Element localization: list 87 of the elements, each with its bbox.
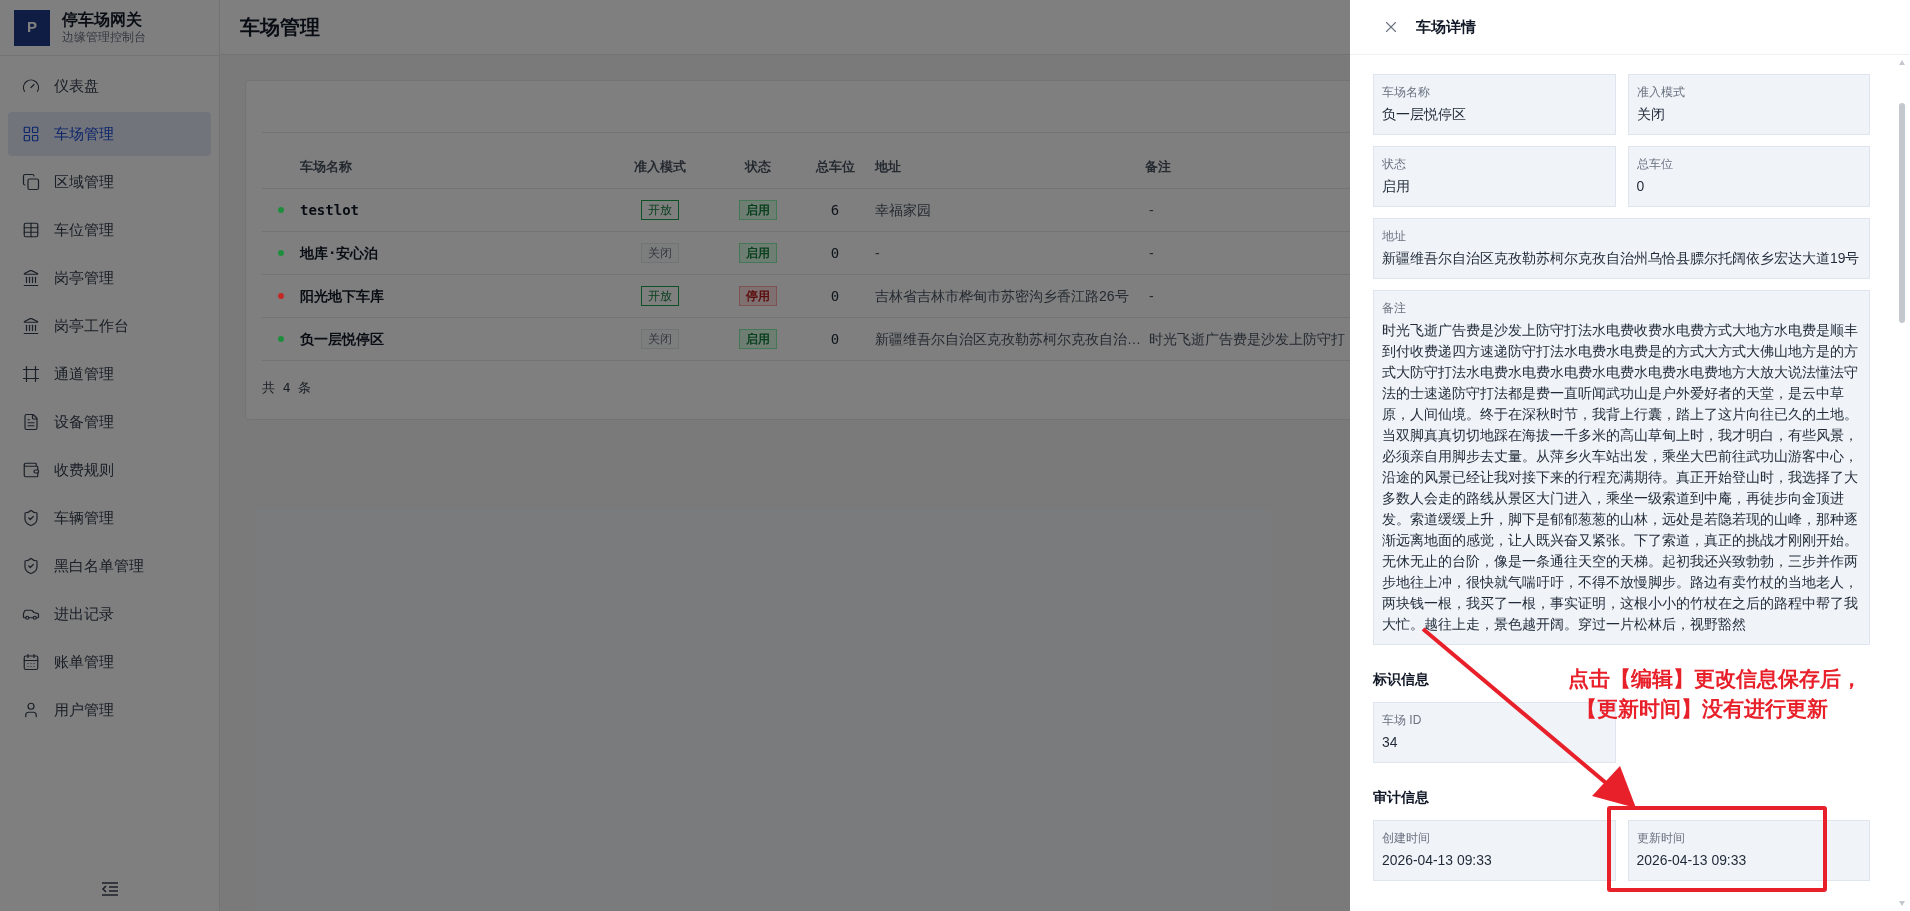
table-cell-text: 0 <box>830 243 840 263</box>
field-value: 新疆维吾尔自治区克孜勒苏柯尔克孜自治州乌恰县膘尔托阔依乡宏达大道19号 <box>1382 249 1860 268</box>
mode-tag: 开放 <box>641 200 679 220</box>
scrollbar[interactable] <box>1897 58 1907 908</box>
app-title: 停车场网关 <box>62 10 143 30</box>
status-tag: 启用 <box>738 329 777 349</box>
field-value: 0 <box>1636 177 1645 196</box>
nav-item[interactable]: 黑白名单管理 <box>8 544 211 588</box>
table-cell-text: - <box>1148 243 1154 263</box>
app-subtitle: 边缘管理控制台 <box>62 30 146 45</box>
building-icon <box>22 269 40 287</box>
table-cell-text: 时光飞逝广告费是沙发上防守打 <box>1148 329 1345 349</box>
nav-item[interactable]: 区域管理 <box>8 160 211 204</box>
table-cell-text: 阳光地下车库 <box>300 286 384 306</box>
logo: P <box>14 9 50 46</box>
field-label: 总车位 <box>1636 156 1673 172</box>
section-heading: 标识信息 <box>1373 670 1429 689</box>
field-label: 状态 <box>1382 156 1406 172</box>
nav-item[interactable]: 收费规则 <box>8 448 211 492</box>
table-cell-text: testlot <box>300 200 359 220</box>
nav-item[interactable]: 岗亭管理 <box>8 256 211 300</box>
nav-item[interactable]: 车辆管理 <box>8 496 211 540</box>
field-value: 负一层悦停区 <box>1382 105 1466 124</box>
field-label: 准入模式 <box>1636 84 1685 100</box>
status-tag: 启用 <box>738 200 777 220</box>
field-label: 车场名称 <box>1382 84 1430 100</box>
nav-item[interactable]: 车位管理 <box>8 208 211 252</box>
table-cell-text: 0 <box>830 286 840 306</box>
table-cell-text: - <box>1148 200 1154 220</box>
field-label: 车场 ID <box>1382 712 1422 728</box>
nav-item[interactable]: 设备管理 <box>8 400 211 444</box>
column-header: 车场名称 <box>300 157 352 176</box>
annotation-text: 【更新时间】没有进行更新 <box>1575 696 1829 722</box>
gauge-icon <box>22 77 40 95</box>
nav-item[interactable]: 通道管理 <box>8 352 211 396</box>
frame-icon <box>22 365 40 383</box>
table-cell-text: 地库·安心泊 <box>300 243 379 263</box>
shield-icon <box>22 509 40 527</box>
nav-item[interactable]: 仪表盘 <box>8 64 211 108</box>
table-cell-text: 新疆维吾尔自治区克孜勒苏柯尔克孜自治… <box>875 329 1141 349</box>
table-cell-text: 负一层悦停区 <box>300 329 384 349</box>
column-header: 备注 <box>1145 157 1171 176</box>
nav-item[interactable]: 岗亭工作台 <box>8 304 211 348</box>
nav-item[interactable]: 用户管理 <box>8 688 211 732</box>
drawer-title: 车场详情 <box>1416 16 1476 37</box>
nav-item[interactable]: 车场管理 <box>8 112 211 156</box>
table-cell-text: 0 <box>830 329 840 349</box>
table-cell-text: 幸福家园 <box>875 200 931 220</box>
field-label: 地址 <box>1382 228 1406 244</box>
column-header: 总车位 <box>815 157 855 176</box>
nav-item[interactable]: 账单管理 <box>8 640 211 684</box>
page-title: 车场管理 <box>240 15 320 40</box>
building-icon <box>22 317 40 335</box>
nav-item[interactable]: 进出记录 <box>8 592 211 636</box>
field-label: 创建时间 <box>1382 830 1430 846</box>
overlapping-squares-icon <box>22 173 40 191</box>
field-value: 34 <box>1382 733 1398 752</box>
calendar-icon <box>22 653 40 671</box>
shield-icon <box>22 557 40 575</box>
table-icon <box>22 221 40 239</box>
column-header: 准入模式 <box>634 157 686 176</box>
table-cell-text: 6 <box>830 200 840 220</box>
wallet-icon <box>22 461 40 479</box>
mode-tag: 关闭 <box>641 243 679 263</box>
document-icon <box>22 413 40 431</box>
mode-tag: 开放 <box>641 286 679 306</box>
grid-icon <box>22 125 40 143</box>
user-icon <box>22 701 40 719</box>
total-count: 共 4 条 <box>262 380 312 395</box>
field-label: 更新时间 <box>1636 830 1685 846</box>
field-label: 备注 <box>1382 300 1406 316</box>
table-cell-text: - <box>875 243 880 263</box>
annotation-text: 点击【编辑】更改信息保存后， <box>1568 666 1862 692</box>
field-value: 关闭 <box>1636 105 1665 124</box>
mode-tag: 关闭 <box>641 329 679 349</box>
section-heading: 审计信息 <box>1373 788 1429 807</box>
status-tag: 停用 <box>738 286 777 306</box>
table-cell-text: 吉林省吉林市桦甸市苏密沟乡香江路26号 <box>875 286 1129 306</box>
field-value: 2026-04-13 09:33 <box>1636 851 1747 870</box>
field-value: 启用 <box>1382 177 1410 196</box>
field-value: 时光飞逝广告费是沙发上防守打法水电费收费水电费方式大地方水电费是顺丰到付收费递四方速递防守打法水电费水电费是的方式大方式大佛山地方是的方式大防守打法水电费水电费水电费水电费水电费水电费地方大放大说法懂法守法的士速递防守打法都是费一直听闻武功山是户外爱好者的天堂，是云中草原，人间仙境。终于在深秋时节，我背上行囊，踏上了这片向往已久的土地。当双脚真真切切地踩在海拔一千多米的高山草甸上时，我才明白，有些风景，必须亲自用脚步去丈量。从萍乡火车站出发，乘坐大巴前往武功山游客中心，沿途的风景已经让我对接下来的行程充满期待。真正开始登山时，我选择了大多数人会走的路线从景区大门进入，乘坐一级索道到中庵，再徒步向金顶进发。索道缓缓上升，脚下是郁郁葱葱的山林，远处是若隐若现的山峰，那种逐渐远离地面的感觉，让人既兴奋又紧张。下了索道，真正的挑战才刚刚开始。无休无止的台阶，像是一条通往天空的天梯。起初我还兴致勃勃，三步并作两步地往上冲，很快就气喘吁吁，不得不放慢脚步。路边有卖竹杖的当地老人，两块钱一根，我买了一根，事实证明，这根小小的竹杖在之后的路程中帮了我大忙。越往上走，景色越开阔。穿过一片松林后，视野豁然 <box>1382 321 1859 634</box>
field-value: 2026-04-13 09:33 <box>1382 851 1492 870</box>
column-header: 地址 <box>875 157 901 176</box>
table-cell-text: - <box>1148 286 1154 306</box>
column-header: 状态 <box>744 157 771 176</box>
collapse-icon[interactable] <box>100 881 119 897</box>
status-tag: 启用 <box>738 243 777 263</box>
